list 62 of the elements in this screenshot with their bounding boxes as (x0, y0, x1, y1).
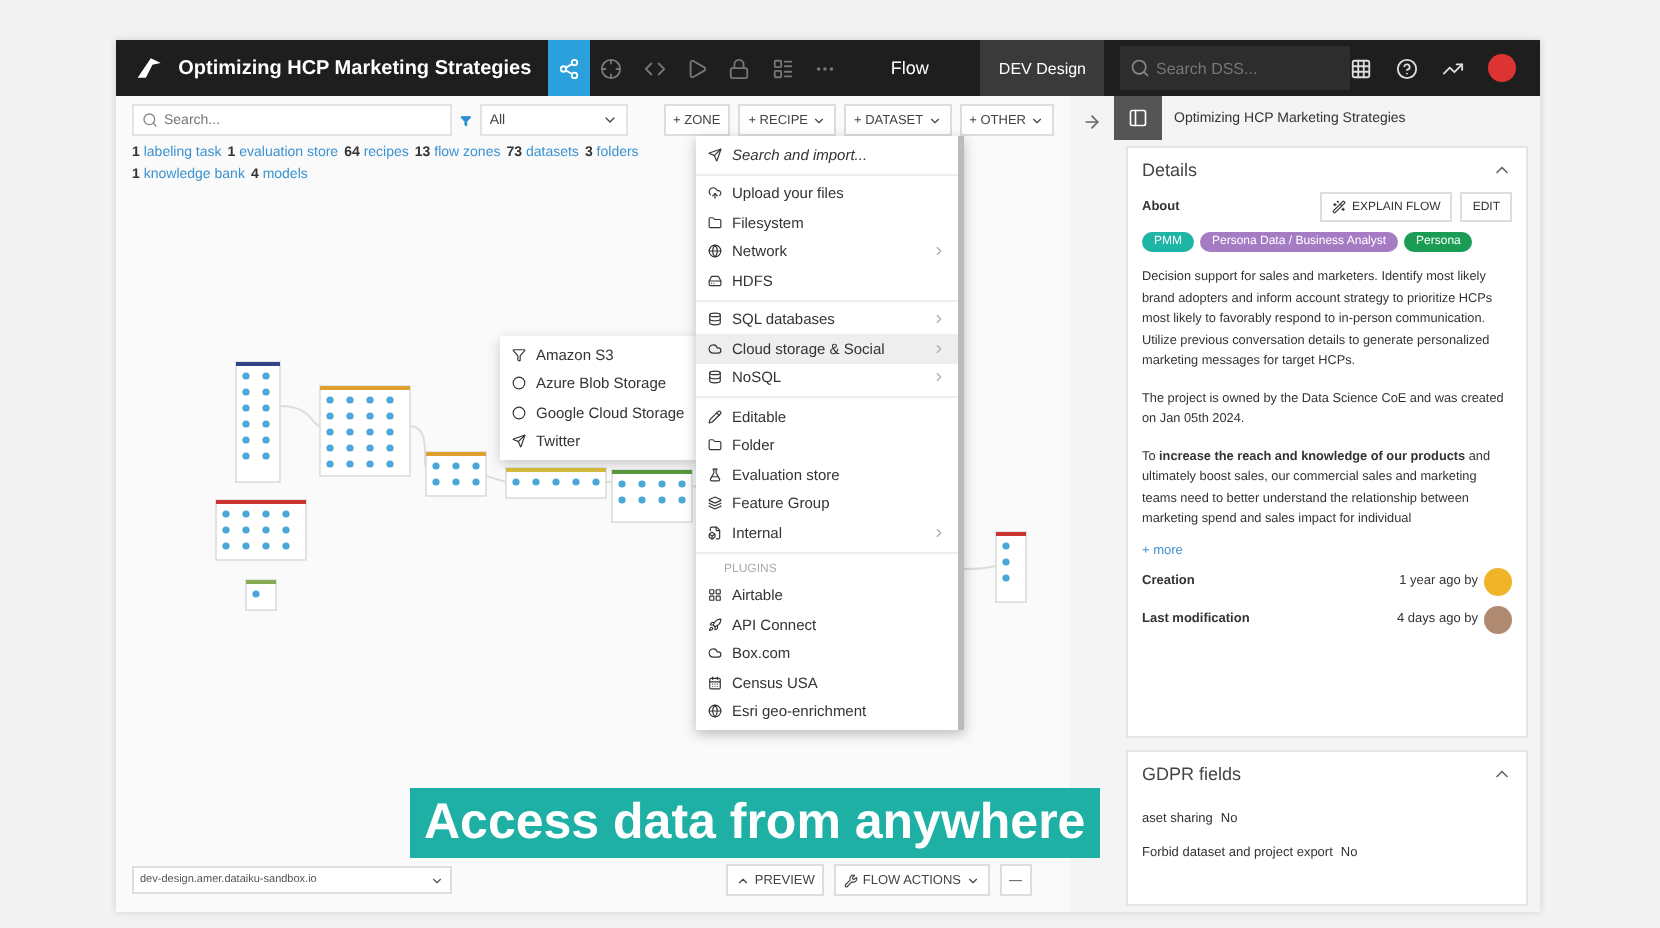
circle-icon (512, 405, 526, 420)
chevron-right-icon (932, 244, 946, 259)
flask-icon (708, 467, 722, 482)
card-title: GDPR fields (1142, 764, 1242, 784)
filter-icon[interactable] (460, 111, 472, 129)
cloud-icon (708, 646, 722, 661)
lock-icon (728, 57, 751, 79)
paper-plane-icon (708, 147, 722, 162)
upload-icon (708, 186, 722, 201)
caret-icon (602, 112, 619, 128)
wrench-icon (844, 873, 859, 887)
help-icon[interactable] (1396, 57, 1418, 79)
avatar-icon (1484, 605, 1512, 633)
card-title: Details (1142, 160, 1198, 180)
share-icon (557, 57, 580, 79)
nav-tab[interactable] (547, 40, 591, 96)
chevron-up-icon (736, 873, 751, 887)
grid-icon (708, 588, 722, 603)
code-icon (643, 57, 666, 79)
arrow-right-icon[interactable] (1082, 112, 1102, 132)
flow-zone[interactable] (215, 499, 307, 561)
apps-grid-icon[interactable] (1350, 57, 1372, 79)
database-icon (708, 312, 722, 327)
avatar-icon[interactable] (1488, 54, 1516, 82)
funnel-icon (512, 347, 526, 362)
project-title: Optimizing HCP Marketing Strategies (178, 57, 532, 79)
search-icon (1130, 58, 1150, 78)
cloud-icon (708, 341, 722, 356)
caret-icon (965, 873, 979, 887)
list-icon (771, 57, 794, 79)
folder-icon (708, 438, 722, 453)
avatar-icon (1484, 567, 1512, 595)
bird-logo-icon (136, 54, 163, 82)
rocket-icon (708, 617, 722, 632)
caret-icon (1029, 113, 1044, 127)
panel-icon (1128, 108, 1148, 128)
globe-icon (708, 244, 722, 259)
caret-icon (430, 873, 444, 887)
flow-zone[interactable] (235, 361, 281, 483)
pencil-icon (708, 409, 722, 424)
circle-icon (512, 376, 526, 391)
file-icon (708, 525, 722, 540)
crosshair-icon (600, 57, 623, 79)
caption-text: Access data from anywhere (410, 788, 1100, 858)
folder-icon (708, 215, 722, 230)
caret-icon (812, 113, 826, 127)
layers-icon (708, 496, 722, 511)
database-icon (708, 370, 722, 385)
search-field[interactable]: Search DSS... (1120, 46, 1350, 90)
caret-icon (927, 113, 942, 127)
section-label: Flow (890, 58, 929, 78)
instance-label[interactable]: DEV Design (980, 40, 1104, 96)
paper-plane-icon (512, 434, 526, 449)
search-icon (142, 112, 158, 128)
play-icon (686, 57, 709, 79)
chevron-right-icon (932, 525, 946, 540)
panel-toggle-button[interactable] (1114, 96, 1162, 140)
wand-icon (1331, 200, 1346, 214)
calendar-icon (708, 675, 722, 690)
drive-icon (708, 273, 722, 288)
globe-icon (708, 704, 722, 719)
flow-zone[interactable] (995, 531, 1027, 603)
